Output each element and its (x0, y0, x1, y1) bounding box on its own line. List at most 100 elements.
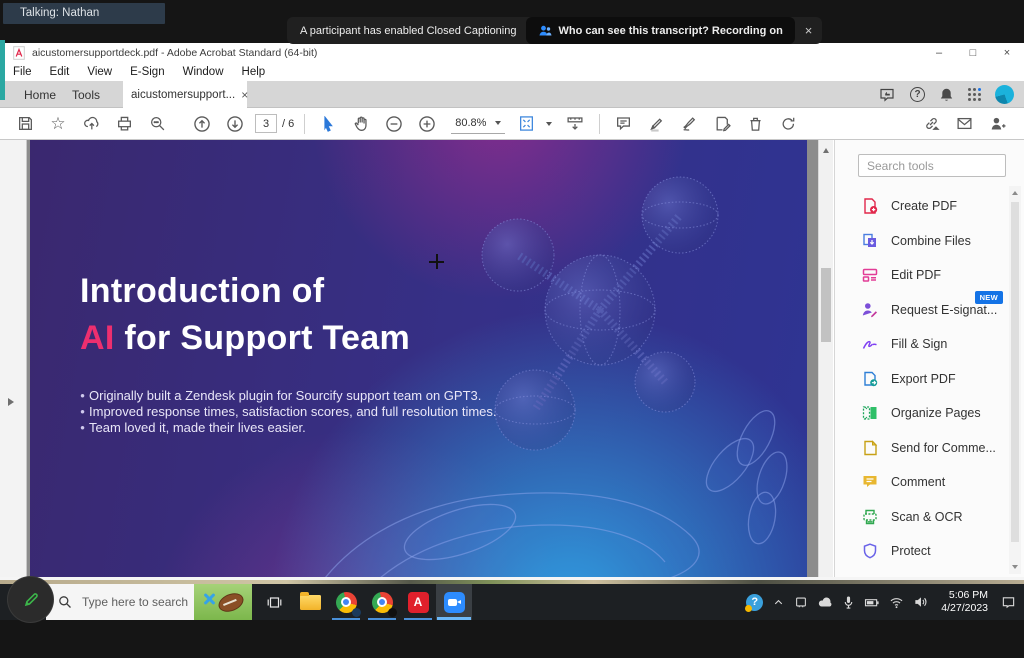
tool-item-export-pdf[interactable]: Export PDF (835, 362, 1011, 397)
scrollbar-thumb[interactable] (1011, 202, 1019, 542)
tool-item-organize-pages[interactable]: Organize Pages (835, 396, 1011, 431)
comment-tool-icon[interactable] (610, 111, 636, 137)
share-link-icon[interactable] (918, 111, 944, 137)
share-cloud-icon[interactable] (78, 111, 104, 137)
zoom-camera-icon (444, 592, 465, 613)
window-controls: – □ × (922, 43, 1024, 62)
cc-notification-text: A participant has enabled Closed Caption… (300, 25, 516, 37)
export-pdf-icon (861, 370, 879, 388)
scroll-down-icon[interactable] (1012, 565, 1018, 569)
wifi-icon[interactable] (889, 596, 904, 609)
scroll-up-icon[interactable] (1012, 191, 1018, 195)
close-icon[interactable]: × (795, 23, 823, 38)
favorite-star-icon[interactable]: ☆ (45, 111, 71, 137)
menu-help[interactable]: Help (233, 66, 275, 78)
search-icon[interactable] (144, 111, 170, 137)
rotate-pages-icon[interactable] (775, 111, 801, 137)
close-button[interactable]: × (990, 47, 1024, 59)
apps-grid-icon[interactable] (968, 88, 981, 101)
tool-item-scan-ocr[interactable]: Scan & OCR (835, 500, 1011, 535)
volume-icon[interactable] (913, 595, 928, 609)
hand-tool-icon[interactable] (348, 111, 374, 137)
tool-item-fill-sign[interactable]: Fill & Sign (835, 327, 1011, 362)
tool-item-comment[interactable]: Comment (835, 465, 1011, 500)
hidden-icons-chevron[interactable] (772, 596, 785, 609)
tool-item-send-for-comments[interactable]: Send for Comme... (835, 431, 1011, 466)
main-toolbar: ☆ 3 / 6 80.8% (0, 108, 1024, 140)
scroll-up-icon[interactable] (823, 148, 829, 153)
feedback-icon[interactable] (879, 87, 896, 103)
fit-page-icon[interactable] (513, 111, 539, 137)
account-avatar[interactable] (995, 85, 1014, 104)
fit-width-icon[interactable] (562, 111, 588, 137)
tab-document-label: aicustomersupport... (131, 89, 235, 101)
previous-page-icon[interactable] (189, 111, 215, 137)
maximize-button[interactable]: □ (956, 47, 990, 59)
battery-icon[interactable] (864, 596, 880, 609)
tool-item-protect[interactable]: Protect (835, 534, 1011, 569)
chrome-button-1[interactable] (328, 584, 364, 620)
sign-tool-icon[interactable] (676, 111, 702, 137)
tools-search-input[interactable] (858, 154, 1006, 177)
taskbar: A ? 5:06 PM 4/27/2023 (0, 584, 1024, 620)
acrobat-icon: A (408, 592, 429, 613)
menu-edit[interactable]: Edit (41, 66, 79, 78)
save-icon[interactable] (12, 111, 38, 137)
search-highlights-widget[interactable] (194, 584, 252, 620)
page-number-input[interactable]: 3 (255, 114, 277, 133)
help-icon[interactable]: ? (910, 87, 925, 102)
pdf-slide-page: Introduction of AI for Support Team •Ori… (30, 140, 807, 577)
slide-title: Introduction of AI for Support Team (80, 268, 410, 362)
menu-view[interactable]: View (78, 66, 121, 78)
menu-window[interactable]: Window (174, 66, 233, 78)
menu-esign[interactable]: E-Sign (121, 66, 174, 78)
file-explorer-button[interactable] (292, 584, 328, 620)
scrollbar-thumb[interactable] (821, 268, 831, 342)
annotation-tool-button[interactable] (8, 577, 53, 622)
next-page-icon[interactable] (222, 111, 248, 137)
tools-panel-scrollbar[interactable] (1009, 186, 1021, 574)
taskbar-search-input[interactable] (80, 594, 194, 610)
chrome-button-2[interactable] (364, 584, 400, 620)
device-icon[interactable] (794, 595, 808, 609)
taskbar-search[interactable] (46, 584, 252, 620)
vertical-scrollbar[interactable] (818, 140, 833, 577)
tool-item-create-pdf[interactable]: Create PDF (835, 189, 1011, 224)
folder-icon (300, 595, 321, 610)
fit-options-chevron-icon[interactable] (546, 122, 552, 126)
taskbar-clock[interactable]: 5:06 PM 4/27/2023 (941, 589, 988, 615)
select-tool-icon[interactable] (315, 111, 341, 137)
tool-item-request-esignatures[interactable]: Request E-signat... NEW (835, 293, 1011, 328)
acrobat-taskbar-button[interactable]: A (400, 584, 436, 620)
menu-file[interactable]: File (4, 66, 41, 78)
share-with-people-icon[interactable] (984, 111, 1010, 137)
tab-close-icon[interactable]: × (241, 88, 248, 102)
highlight-tool-icon[interactable] (643, 111, 669, 137)
email-icon[interactable] (951, 111, 977, 137)
minimize-button[interactable]: – (922, 47, 956, 59)
slide-bullet: •Team loved it, made their lives easier. (76, 420, 497, 436)
zoom-meeting-screen: { "zoom_ui": { "talking_label": "Talking… (0, 0, 1024, 658)
zoom-level-dropdown[interactable]: 80.8% (451, 114, 505, 134)
tab-tools[interactable]: Tools (58, 81, 114, 108)
edit-page-tool-icon[interactable] (709, 111, 735, 137)
tool-item-combine-files[interactable]: Combine Files (835, 224, 1011, 259)
zoom-out-icon[interactable] (381, 111, 407, 137)
page-count-label: / 6 (282, 118, 294, 130)
delete-pages-icon[interactable] (742, 111, 768, 137)
print-icon[interactable] (111, 111, 137, 137)
zoom-taskbar-button[interactable] (436, 584, 472, 620)
tab-document[interactable]: aicustomersupport... × (123, 81, 247, 108)
active-running-indicator (437, 617, 471, 620)
support-help-icon[interactable]: ? (746, 594, 763, 611)
onedrive-cloud-icon[interactable] (817, 595, 833, 609)
action-center-icon[interactable] (1001, 595, 1016, 609)
zoom-in-icon[interactable] (414, 111, 440, 137)
nav-pane-toggle[interactable] (8, 398, 14, 406)
tool-item-edit-pdf[interactable]: Edit PDF (835, 258, 1011, 293)
microphone-icon[interactable] (842, 595, 855, 610)
task-view-button[interactable] (256, 584, 292, 620)
notifications-bell-icon[interactable] (939, 87, 954, 103)
transcript-notice[interactable]: Who can see this transcript? Recording o… (526, 17, 794, 44)
running-indicator (404, 618, 432, 620)
